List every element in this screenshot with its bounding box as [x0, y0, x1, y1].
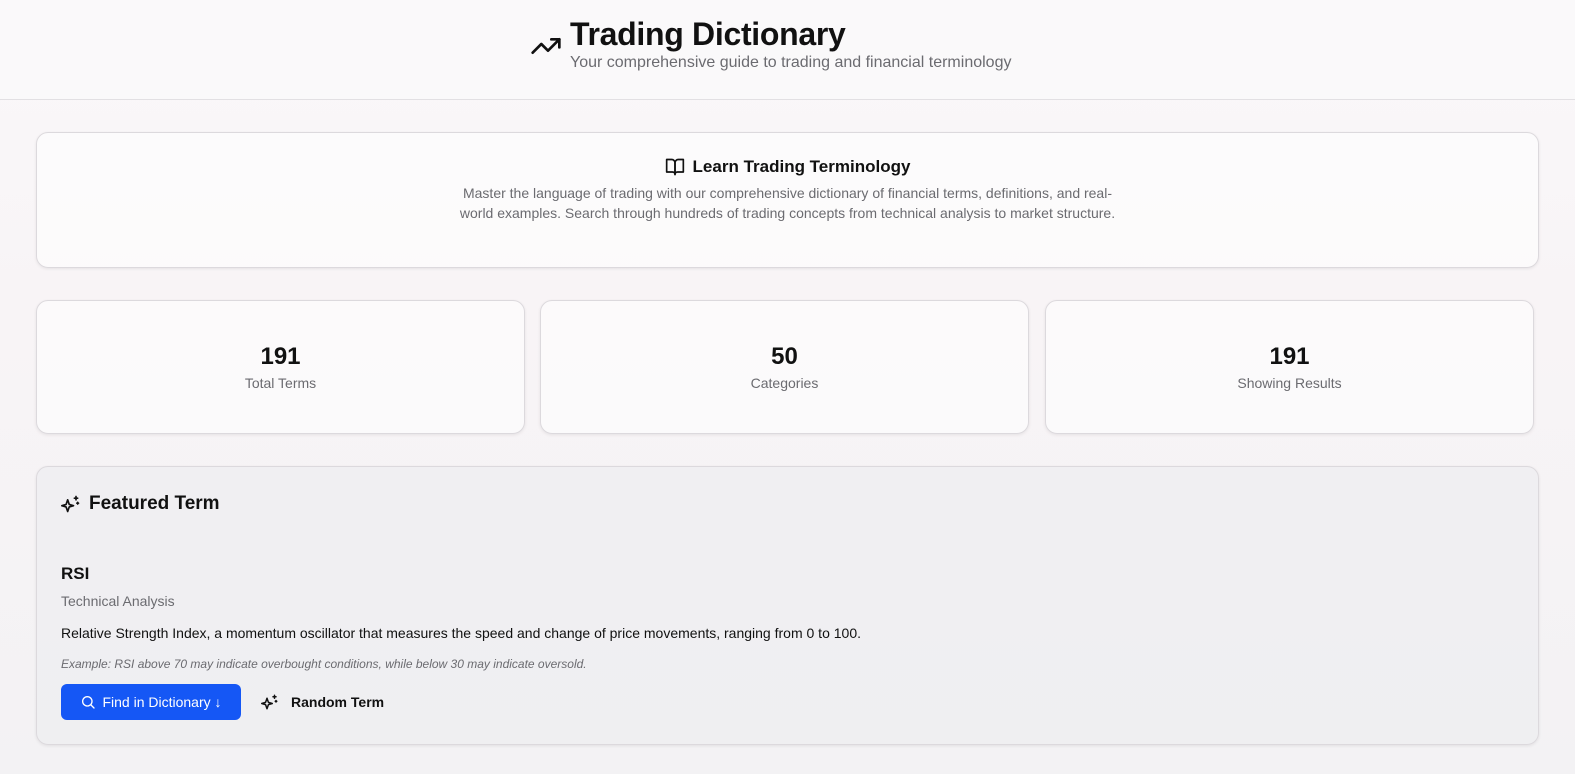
stat-label: Showing Results	[1237, 375, 1342, 391]
stat-label: Total Terms	[244, 375, 317, 391]
page-title: Trading Dictionary	[570, 16, 846, 52]
book-open-icon	[665, 157, 685, 177]
stat-value: 191	[260, 343, 301, 370]
page-subtitle: Your comprehensive guide to trading and …	[570, 54, 1012, 71]
featured-heading: Featured Term	[61, 493, 220, 515]
find-button-label: Find in Dictionary ↓	[102, 694, 222, 710]
stat-card-total-terms: 191 Total Terms	[36, 300, 525, 434]
featured-title: Featured Term	[89, 493, 220, 514]
featured-term-card: Featured Term RSI Technical Analysis Rel…	[36, 466, 1539, 745]
random-button-label: Random Term	[291, 694, 385, 710]
sparkles-icon	[61, 494, 81, 514]
random-term-button[interactable]: Random Term	[255, 686, 390, 718]
intro-title: Learn Trading Terminology	[692, 157, 911, 176]
search-icon	[80, 694, 96, 710]
trending-up-icon	[530, 30, 562, 62]
sparkles-icon	[261, 693, 279, 711]
term-name: RSI	[61, 564, 90, 583]
stat-label: Categories	[750, 375, 819, 391]
find-in-dictionary-button[interactable]: Find in Dictionary ↓	[61, 684, 241, 720]
stat-card-categories: 50 Categories	[540, 300, 1029, 434]
intro-description: Master the language of trading with our …	[459, 185, 1116, 221]
header-text: Trading Dictionary Your comprehensive gu…	[570, 16, 1011, 72]
app-header: Trading Dictionary Your comprehensive gu…	[0, 0, 1575, 100]
header-brand: Trading Dictionary Your comprehensive gu…	[530, 16, 1011, 72]
term-example: Example: RSI above 70 may indicate overb…	[61, 657, 587, 671]
stat-card-showing-results: 191 Showing Results	[1045, 300, 1534, 434]
stat-value: 191	[1269, 343, 1310, 370]
term-category: Technical Analysis	[61, 593, 175, 609]
intro-card: Learn Trading Terminology Master the lan…	[36, 132, 1539, 268]
term-definition: Relative Strength Index, a momentum osci…	[61, 625, 861, 641]
intro-heading: Learn Trading Terminology	[37, 157, 1538, 177]
stat-value: 50	[771, 343, 798, 370]
